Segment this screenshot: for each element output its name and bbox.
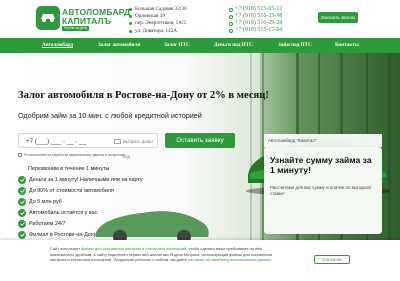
phone-icon — [229, 7, 233, 12]
benefits-title: Перезвоним в течение 1 минуты — [28, 166, 110, 172]
callback-button[interactable]: Заказать звонок — [318, 12, 358, 23]
address-item: Орловская 39 — [128, 13, 187, 20]
consent-checkbox-row[interactable]: Я согласен/на на обработку персональных … — [18, 153, 238, 158]
phone-link[interactable]: +7 (918) 515-95-12 — [228, 6, 282, 13]
addresses-list: Большая Садовая 32/36 Орловская 39 пер. … — [128, 6, 187, 35]
card-caption: Автоломбард "Капитал" — [264, 134, 382, 147]
site-header: АВТОЛОМБАРД КАПИТАЛЪ Ростов-на-Дону Боль… — [0, 0, 400, 38]
benefit-item: Автомобиль остаётся у вас — [18, 209, 158, 219]
logo-badge: Ростов-на-Дону — [62, 26, 90, 31]
address-item: ул. Доватора, 142А — [128, 28, 187, 35]
benefit-item: Деньги за 1 минуту! Наличными или на кар… — [18, 176, 158, 186]
submit-application-button[interactable]: Оставить заявку — [165, 133, 235, 148]
flag-label: Выбрать флаг/код — [123, 139, 154, 159]
location-pin-icon — [129, 29, 132, 33]
consent-checkbox[interactable] — [18, 153, 22, 158]
phone-input-value: +7 (___) ___ - __ - __ — [26, 138, 87, 145]
phone-icon — [229, 28, 233, 33]
cookie-text: Сайт использует файлы для сохранения нас… — [50, 246, 273, 263]
check-icon — [18, 198, 26, 206]
phone-link[interactable]: +7 (918) 516-29-28 — [228, 20, 282, 27]
nav-item-contacts[interactable]: Контакты — [335, 38, 359, 53]
cookie-banner: Сайт использует файлы для сохранения нас… — [0, 240, 400, 281]
cookie-accept-button[interactable]: Согласен — [314, 255, 350, 264]
cookie-settings-link[interactable]: файлы для сохранения настроек и статисти… — [81, 246, 186, 251]
benefit-item: До 90% от стоимости автомобиля — [18, 187, 158, 197]
address-item: Большая Садовая 32/36 — [128, 6, 187, 13]
card-text: Рассчитаем для вас сумму и платеж по выг… — [270, 185, 371, 196]
check-icon — [18, 231, 26, 239]
car-icon — [36, 6, 60, 30]
check-icon — [18, 220, 26, 228]
check-icon — [18, 176, 26, 184]
hero-title: Залог автомобиля в Ростове-на-Дону от 2%… — [18, 90, 269, 101]
logo-subtitle: КАПИТАЛЪ — [62, 16, 112, 26]
location-pin-icon — [129, 22, 132, 26]
phone-icon — [229, 14, 233, 19]
privacy-consent-link[interactable]: согласие на обработку персональных данны… — [188, 257, 271, 262]
logo[interactable]: АВТОЛОМБАРД КАПИТАЛЪ Ростов-на-Дону — [36, 5, 130, 33]
nav-item-car-pledge[interactable]: Залог автомобиля — [98, 38, 140, 53]
loan-calculator-card[interactable]: Узнайте сумму займа за 1 минуту! Рассчит… — [264, 147, 382, 234]
hero-subtitle: Одобрим займ за 10 мин. с любой кредитно… — [18, 111, 202, 120]
nav-item-money-pts[interactable]: Деньги под ПТС — [214, 38, 253, 53]
benefit-item: Работаем 24/7 — [18, 220, 158, 230]
main-nav: Автоломбард Залог автомобиля Залог ПТС Д… — [0, 38, 400, 53]
location-pin-icon — [129, 8, 132, 11]
flag-icon[interactable] — [114, 139, 121, 144]
check-icon — [18, 209, 26, 217]
check-icon — [18, 187, 26, 195]
phone-icon — [229, 21, 233, 26]
nav-item-loan-pts[interactable]: Займ под ПТС — [278, 38, 312, 53]
location-pin-icon — [129, 15, 132, 19]
phone-link[interactable]: +7 (918) 516-23-98 — [228, 13, 282, 20]
phone-link[interactable]: +7 (918) 515-17-64 — [228, 27, 282, 34]
card-title: Узнайте сумму займа за 1 минуту! — [270, 155, 372, 175]
phones-list: +7 (918) 515-95-12 +7 (918) 516-23-98 +7… — [228, 6, 282, 34]
nav-item-pts-pledge[interactable]: Залог ПТС — [164, 38, 190, 53]
benefit-item: До 5 млн руб — [18, 198, 158, 208]
address-item: пер. Энергетиков, 1А/5 — [128, 20, 187, 27]
phone-input[interactable]: +7 (___) ___ - __ - __ Выбрать флаг/код — [18, 133, 158, 159]
nav-item-autolombard[interactable]: Автоломбард — [42, 38, 73, 53]
